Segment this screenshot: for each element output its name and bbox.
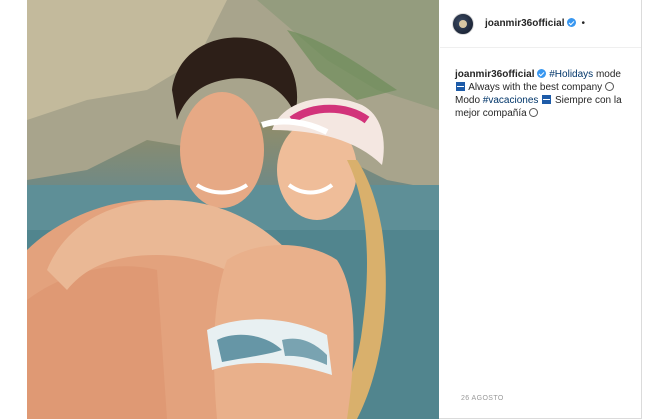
caption-text-2: Always with the best company xyxy=(466,82,605,93)
smile-emoji-icon xyxy=(604,82,614,91)
flag-emoji-icon xyxy=(542,95,552,104)
caption-text-3: Modo xyxy=(455,95,483,106)
header-username-text[interactable]: joanmir36official xyxy=(485,18,564,29)
verified-badge-icon xyxy=(537,69,547,78)
more-dot: • xyxy=(581,18,585,29)
post-photo[interactable] xyxy=(27,0,439,419)
photo-illustration xyxy=(27,0,439,419)
avatar[interactable] xyxy=(452,12,474,35)
post-header: joanmir36official • xyxy=(440,0,641,48)
hashtag-vacaciones[interactable]: #vacaciones xyxy=(483,95,539,106)
header-username[interactable]: joanmir36official xyxy=(485,18,577,29)
post-date[interactable]: 26 AGOSTO xyxy=(461,395,504,402)
caption-username[interactable]: joanmir36official xyxy=(455,69,534,80)
smile-emoji-icon xyxy=(529,108,539,117)
flag-emoji-icon xyxy=(456,82,465,91)
caption-text-1: mode xyxy=(593,69,621,80)
post-caption: joanmir36official #Holidays mode Always … xyxy=(440,48,641,120)
verified-badge-icon xyxy=(567,18,577,27)
post-sidebar: joanmir36official • joanmir36official #H… xyxy=(440,0,641,419)
hashtag-holidays[interactable]: #Holidays xyxy=(549,69,593,80)
